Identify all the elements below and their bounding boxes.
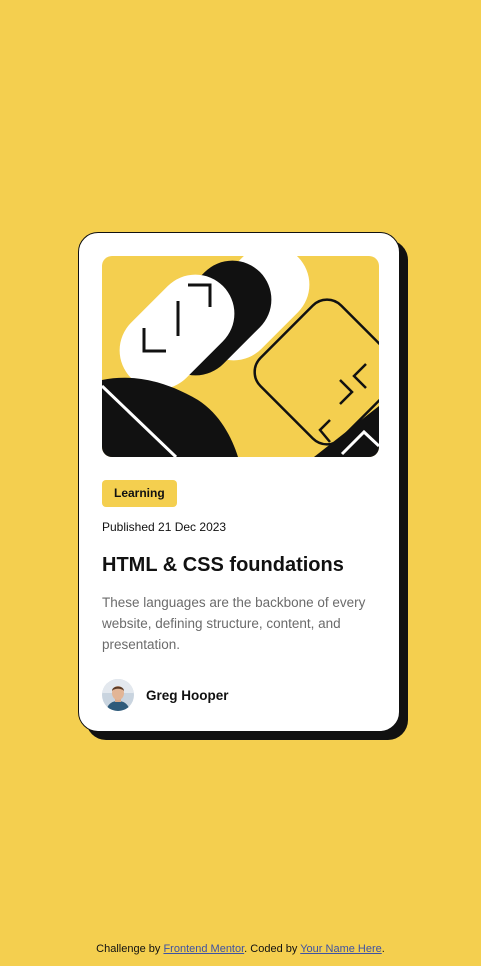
frontend-mentor-link[interactable]: Frontend Mentor — [163, 943, 244, 955]
published-date: Published 21 Dec 2023 — [102, 520, 227, 534]
article-illustration — [102, 256, 379, 457]
article-title[interactable]: HTML & CSS foundations — [102, 552, 344, 578]
attribution-middle: . Coded by — [244, 943, 301, 955]
author-name: Greg Hooper — [146, 687, 229, 703]
attribution-prefix: Challenge by — [96, 943, 164, 955]
attribution-suffix: . — [381, 943, 385, 955]
attribution: Challenge by Frontend Mentor. Coded by Y… — [0, 942, 481, 956]
article-description: These languages are the backbone of ever… — [102, 595, 366, 652]
category-tag: Learning — [102, 480, 177, 507]
coder-link[interactable]: Your Name Here — [300, 943, 382, 955]
author: Greg Hooper — [102, 679, 229, 711]
blog-preview-card: Learning Published 21 Dec 2023 HTML & CS… — [78, 232, 400, 732]
avatar-photo-icon — [102, 679, 134, 711]
